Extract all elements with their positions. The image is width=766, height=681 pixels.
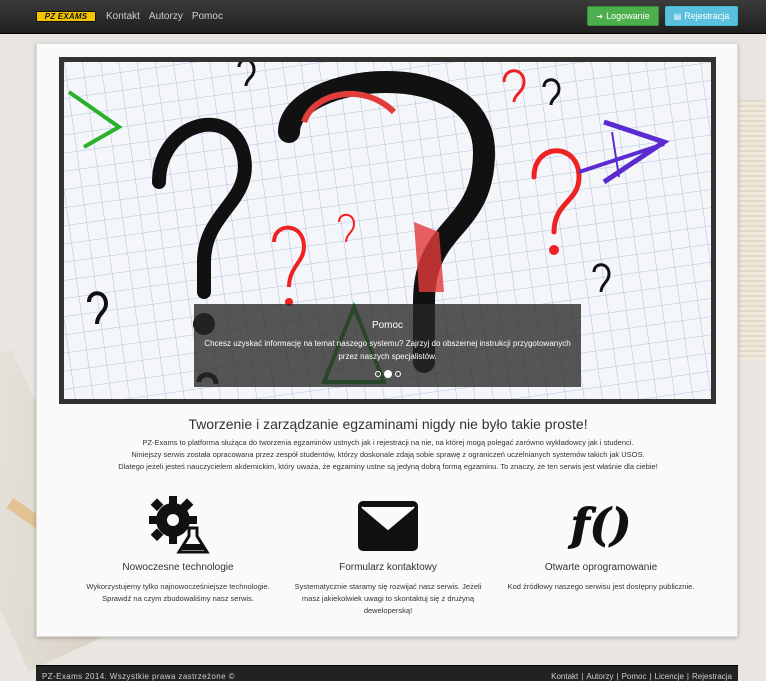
login-icon: ➔ — [596, 11, 604, 21]
main-panel: ‹ › Pomoc Chcesz uzyskać informację na t… — [36, 43, 738, 637]
nav-links: Kontakt Autorzy Pomoc — [106, 11, 223, 23]
carousel-next-icon[interactable]: › — [660, 230, 664, 244]
footer-link-pomoc[interactable]: Pomoc — [622, 672, 647, 681]
footer-copyright: PZ-Exams 2014. Wszystkie prawa zastrzeżo… — [42, 672, 235, 681]
footer-link-kontakt[interactable]: Kontakt — [551, 672, 578, 681]
carousel-prev-icon[interactable]: ‹ — [108, 230, 112, 244]
footer-link-licencje[interactable]: Licencje — [655, 672, 684, 681]
carousel-indicator-3[interactable] — [394, 371, 401, 377]
function-icon-text: f() — [570, 499, 632, 551]
feature-text: Kod źródłowy naszego serwisu jest dostęp… — [507, 582, 695, 591]
register-icon: ▤ — [673, 11, 682, 21]
intro-line: Dlatego jeżeli jesteś nauczycielem akdem… — [118, 462, 658, 471]
function-icon: f() — [501, 493, 701, 557]
intro-line: Niniejszy serwis została opracowana prze… — [131, 450, 645, 459]
top-navbar: PZ EXAMS Kontakt Autorzy Pomoc ➔ Logowan… — [0, 0, 766, 34]
feature-text: Wykorzystujemy tylko najnowocześniejsze … — [86, 582, 270, 603]
image-carousel[interactable]: ‹ › Pomoc Chcesz uzyskać informację na t… — [59, 57, 716, 404]
login-label: Logowanie — [606, 11, 650, 21]
envelope-icon — [288, 493, 488, 557]
feature-title: Formularz kontaktowy — [339, 562, 437, 573]
carousel-caption: Pomoc Chcesz uzyskać informację na temat… — [194, 304, 581, 387]
carousel-indicator-1[interactable] — [374, 371, 381, 377]
intro-text: PZ-Exams to platforma służąca do tworzen… — [67, 437, 709, 473]
caption-title: Pomoc — [371, 320, 404, 331]
carousel-indicator-2[interactable] — [383, 370, 392, 378]
carousel-indicators — [194, 370, 581, 378]
feature-title: Otwarte oprogramowanie — [544, 562, 658, 573]
gear-flask-icon — [78, 493, 278, 557]
feature-title: Nowoczesne technologie — [122, 562, 234, 573]
page-headline: Tworzenie i zarządzanie egzaminami nigdy… — [188, 416, 588, 432]
register-label: Rejestracja — [684, 11, 730, 21]
feature-technologies: Nowoczesne technologie Wykorzystujemy ty… — [78, 493, 278, 605]
feature-open-source: f() Otwarte oprogramowanie Kod źródłowy … — [501, 493, 701, 593]
nav-link-autorzy[interactable]: Autorzy — [149, 11, 183, 23]
feature-text: Systematycznie staramy się rozwijać nasz… — [294, 582, 482, 615]
footer-separator: | — [616, 672, 619, 681]
nav-link-pomoc[interactable]: Pomoc — [192, 11, 223, 23]
page-footer: PZ-Exams 2014. Wszystkie prawa zastrzeżo… — [36, 665, 738, 681]
footer-separator: | — [686, 672, 689, 681]
footer-link-autorzy[interactable]: Autorzy — [586, 672, 613, 681]
login-button[interactable]: ➔ Logowanie — [587, 6, 659, 26]
brand-logo[interactable]: PZ EXAMS — [36, 11, 96, 22]
register-button[interactable]: ▤ Rejestracja — [665, 6, 738, 26]
footer-links: Kontakt | Autorzy | Pomoc | Licencje | R… — [551, 672, 732, 681]
feature-contact-form[interactable]: Formularz kontaktowy Systematycznie star… — [288, 493, 488, 617]
footer-separator: | — [649, 672, 652, 681]
features-section: Nowoczesne technologie Wykorzystujemy ty… — [37, 493, 739, 633]
caption-text: Chcesz uzyskać informację na temat nasze… — [204, 339, 571, 361]
nav-link-kontakt[interactable]: Kontakt — [106, 11, 140, 23]
footer-link-rejestracja[interactable]: Rejestracja — [692, 672, 732, 681]
footer-separator: | — [581, 672, 584, 681]
intro-line: PZ-Exams to platforma służąca do tworzen… — [142, 438, 634, 447]
